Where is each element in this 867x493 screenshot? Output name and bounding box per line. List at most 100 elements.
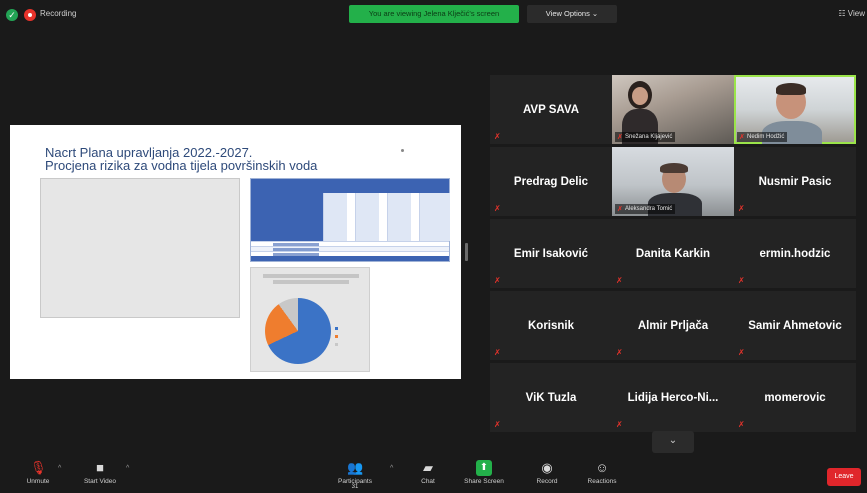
slide-table [250, 178, 450, 262]
pie-legend [335, 326, 367, 350]
participants-button[interactable]: 👥31 Participants [330, 460, 380, 490]
table-column-header [419, 193, 450, 241]
participant-tile[interactable]: Nusmir Pasic ✗ [734, 147, 856, 216]
unmute-button[interactable]: 🎙 Unmute [20, 460, 56, 485]
pie-caption [263, 274, 359, 278]
video-camera-icon: ■ [96, 460, 104, 475]
participant-label: ✗ Snežana Kljajević [615, 132, 676, 142]
legend-item [335, 342, 367, 347]
participant-name: Emir Isaković [513, 247, 589, 260]
reactions-icon: ☺ [595, 460, 609, 475]
leave-button[interactable]: Leave [827, 468, 861, 486]
table-row-header [251, 193, 323, 241]
reactions-button[interactable]: ☺ Reactions [580, 460, 624, 485]
next-page-button[interactable]: ⌄ [652, 431, 694, 453]
participant-name: Lidija Herco-Ni... [627, 391, 719, 404]
slide-marker [401, 149, 404, 152]
muted-mic-icon: ✗ [616, 420, 623, 429]
participants-caret[interactable]: ^ [390, 465, 393, 472]
participant-name: ViK Tuzla [525, 391, 577, 404]
participant-name: Samir Ahmetovic [748, 319, 842, 332]
slide-text-line [46, 183, 234, 189]
video-options-caret[interactable]: ^ [126, 465, 129, 472]
participant-name: momerovic [764, 391, 826, 404]
muted-mic-icon: ✗ [616, 276, 623, 285]
view-button[interactable]: ☷ View [838, 9, 865, 18]
participant-tile[interactable]: ViK Tuzla ✗ [490, 363, 612, 432]
pie-chart-box [250, 267, 370, 372]
participant-tile[interactable]: Lidija Herco-Ni... ✗ [612, 363, 734, 432]
muted-mic-icon: ✗ [494, 132, 501, 141]
shared-slide: Nacrt Plana upravljanja 2022.-2027. Proc… [10, 125, 461, 379]
participant-tile[interactable]: ermin.hodzic ✗ [734, 219, 856, 288]
participant-name: Korisnik [527, 319, 574, 332]
muted-mic-icon: ✗ [738, 276, 745, 285]
splitter-handle[interactable] [465, 243, 468, 261]
legend-item [335, 334, 367, 339]
muted-mic-icon: ✗ [494, 348, 501, 357]
participant-label: ✗ Aleksandra Tomić [615, 204, 676, 214]
table-header [251, 179, 449, 193]
video-face [632, 87, 648, 105]
table-total-row [251, 256, 449, 261]
muted-mic-icon: ✗ [494, 420, 501, 429]
table-column-header [355, 193, 379, 241]
share-screen-button[interactable]: ⬆ Share Screen [458, 460, 510, 485]
participant-tile[interactable]: Danita Karkin ✗ [612, 219, 734, 288]
muted-mic-icon: ✗ [494, 276, 501, 285]
recording-icon [24, 9, 36, 21]
participant-name: Danita Karkin [635, 247, 711, 260]
share-screen-label: Share Screen [464, 478, 504, 485]
participant-label: ✗ Nedim Hodžić [737, 132, 788, 142]
record-label: Record [536, 478, 558, 485]
share-screen-icon: ⬆ [476, 460, 492, 476]
muted-mic-icon: ✗ [738, 420, 745, 429]
participant-name: Nusmir Pasic [758, 175, 832, 188]
encryption-shield-icon[interactable]: ✓ [6, 9, 18, 21]
view-options-button[interactable]: View Options ⌄ [527, 5, 617, 23]
participants-icon: 👥31 [347, 460, 364, 490]
participant-tile[interactable]: momerovic ✗ [734, 363, 856, 432]
record-icon: ◉ [541, 460, 553, 475]
top-bar: ✓ Recording You are viewing Jelena Klječ… [0, 0, 867, 30]
video-hair [776, 83, 806, 95]
slide-subtitle: Procjena rizika za vodna tijela površins… [45, 158, 318, 173]
start-video-label: Start Video [83, 478, 117, 485]
legend-item [335, 326, 367, 331]
chat-button[interactable]: ▰ Chat [414, 460, 442, 485]
active-speaker-tile[interactable]: ✗ Nedim Hodžić [734, 75, 856, 144]
table-column-header [387, 193, 411, 241]
muted-mic-icon: ✗ [738, 348, 745, 357]
participant-video-tile[interactable]: ✗ Snežana Kljajević [612, 75, 734, 144]
screen-share-banner: You are viewing Jelena Klječić's screen [349, 5, 519, 23]
participant-tile[interactable]: Emir Isaković ✗ [490, 219, 612, 288]
start-video-button[interactable]: ■ Start Video [76, 460, 124, 485]
meeting-toolbar: 🎙 Unmute ^ ■ Start Video ^ 👥31 Participa… [0, 457, 867, 493]
participant-tile[interactable]: Almir Prljača ✗ [612, 291, 734, 360]
participant-tile[interactable]: AVP SAVA ✗ [490, 75, 612, 144]
muted-mic-icon: ✗ [616, 348, 623, 357]
unmute-label: Unmute [26, 478, 50, 485]
participant-name: Predrag Delic [513, 175, 589, 188]
muted-mic-icon: ✗ [494, 204, 501, 213]
muted-mic-icon: ✗ [738, 204, 745, 213]
reactions-label: Reactions [587, 478, 617, 485]
slide-text-line [46, 193, 234, 199]
audio-options-caret[interactable]: ^ [58, 465, 61, 472]
table-column-header [323, 193, 347, 241]
participant-tile[interactable]: Korisnik ✗ [490, 291, 612, 360]
participant-tile[interactable]: Predrag Delic ✗ [490, 147, 612, 216]
zoom-meeting-window: ✓ Recording You are viewing Jelena Klječ… [0, 0, 867, 493]
video-hair [660, 163, 688, 173]
participant-name: Almir Prljača [637, 319, 709, 332]
participant-video-tile[interactable]: ✗ Aleksandra Tomić [612, 147, 734, 216]
participant-name: AVP SAVA [522, 103, 580, 116]
participant-name: ermin.hodzic [759, 247, 831, 260]
participant-tile[interactable]: Samir Ahmetovic ✗ [734, 291, 856, 360]
record-button[interactable]: ◉ Record [530, 460, 564, 485]
pie-caption [273, 280, 349, 284]
pie-chart [265, 298, 331, 364]
muted-microphone-icon: 🎙 [30, 460, 47, 475]
chat-icon: ▰ [423, 460, 433, 475]
slide-text-block [40, 178, 240, 318]
